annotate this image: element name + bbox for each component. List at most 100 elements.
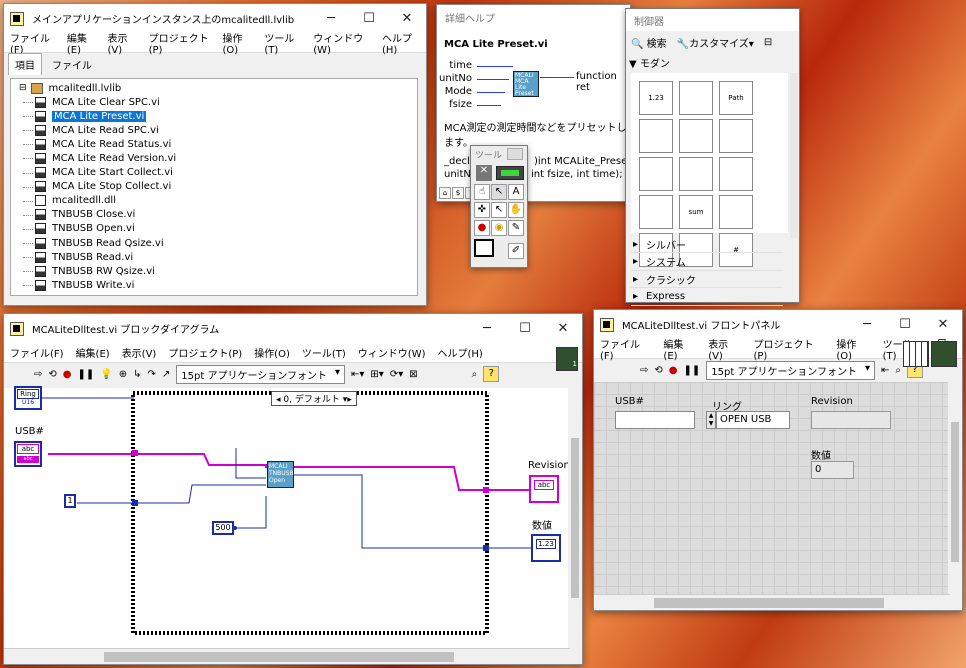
menu-item[interactable]: ツール(T) xyxy=(296,345,352,360)
revision-terminal[interactable]: abc xyxy=(529,475,559,503)
control-category-icon[interactable] xyxy=(639,119,673,153)
shortcut-tool-icon[interactable]: ↖ xyxy=(491,202,507,218)
control-category-icon[interactable] xyxy=(679,81,713,115)
menu-item[interactable]: 操作(O) xyxy=(830,336,876,362)
fg-color-icon[interactable] xyxy=(474,239,494,257)
menu-item[interactable]: 表示(V) xyxy=(116,345,163,360)
breakpoint-tool-icon[interactable]: ● xyxy=(474,220,490,236)
minimize-icon[interactable]: ─ xyxy=(312,4,350,33)
search-button[interactable]: 🔍 検索 xyxy=(631,35,667,50)
tree-item[interactable]: MCA Lite Read Version.vi xyxy=(11,151,417,165)
tree-item[interactable]: TNBUSB Read Qsize.vi xyxy=(11,236,417,250)
auto-tool-icon[interactable]: ✕ xyxy=(476,165,492,181)
control-category-icon[interactable] xyxy=(719,119,753,153)
vi-icon[interactable] xyxy=(931,341,957,367)
menu-item[interactable]: ウィンドウ(W) xyxy=(352,345,432,360)
palette-category[interactable]: ▸ Express xyxy=(631,289,783,306)
menu-item[interactable]: ヘルプ(H) xyxy=(432,345,489,360)
menu-item[interactable]: ウィンドウ(W) xyxy=(307,30,376,56)
tree-item[interactable]: MCA Lite Start Collect.vi xyxy=(11,166,417,180)
menu-item[interactable]: ヘルプ(H) xyxy=(376,30,426,56)
tree-item[interactable]: MCA Lite Stop Collect.vi xyxy=(11,180,417,194)
ring-stepper[interactable]: ▲ ▼ xyxy=(706,411,716,429)
font-dropdown[interactable]: 15pt アプリケーションフォント ▾ xyxy=(706,360,875,380)
scroll-tool-icon[interactable]: ✋ xyxy=(508,202,524,218)
fp-titlebar[interactable]: MCALiteDlltest.vi フロントパネル ─ ☐ ✕ xyxy=(594,310,962,339)
const-500[interactable]: 500 xyxy=(212,521,234,535)
control-category-icon[interactable]: 1.23 xyxy=(639,81,673,115)
collapse-icon[interactable]: ⊟ xyxy=(19,83,27,93)
palette-category[interactable]: ▸ システム xyxy=(631,254,783,271)
bd-hscrollbar[interactable] xyxy=(4,648,570,664)
control-category-icon[interactable] xyxy=(639,157,673,191)
minimize-icon[interactable]: ─ xyxy=(848,310,886,339)
menu-item[interactable]: ツール(T) xyxy=(258,30,307,56)
menu-item[interactable]: 操作(O) xyxy=(248,345,296,360)
help-titlebar[interactable]: 詳細ヘルプ xyxy=(437,5,630,29)
connector-pane-icon[interactable] xyxy=(903,341,929,367)
operate-tool-icon[interactable]: ☝ xyxy=(474,184,490,200)
maximize-icon[interactable]: ☐ xyxy=(350,4,388,33)
tree-item[interactable]: TNBUSB Write.vi xyxy=(11,278,417,292)
project-titlebar[interactable]: メインアプリケーションインスタンス上のmcalitedll.lvlib ─ ☐ … xyxy=(4,4,426,33)
fp-vscroll-thumb[interactable] xyxy=(951,422,959,562)
control-category-icon[interactable] xyxy=(679,119,713,153)
control-category-icon[interactable] xyxy=(719,157,753,191)
search-icon[interactable]: ⌕ xyxy=(472,369,478,380)
menu-item[interactable]: プロジェクト(P) xyxy=(162,345,248,360)
text-tool-icon[interactable]: A xyxy=(508,184,524,200)
bd-vscroll-thumb[interactable] xyxy=(571,438,579,598)
minimize-icon[interactable]: ─ xyxy=(468,314,506,343)
close-icon[interactable]: ✕ xyxy=(924,310,962,339)
run-arrow-icon[interactable]: ⇨ xyxy=(640,365,648,376)
control-category-icon[interactable]: Path xyxy=(719,81,753,115)
diagram-canvas[interactable]: ◂ 0, デフォルト ▾▸ Ring U16 USB# abc abc 1 500 … xyxy=(4,386,570,652)
usb-terminal[interactable]: abc abc xyxy=(14,441,42,467)
fp-vscrollbar[interactable] xyxy=(948,382,962,596)
menu-item[interactable]: ファイル(F) xyxy=(4,345,70,360)
tree-item[interactable]: TNBUSB Close.vi xyxy=(11,208,417,222)
ring-control[interactable]: OPEN USB xyxy=(716,411,790,429)
menu-item[interactable]: プロジェクト(P) xyxy=(747,336,830,362)
tree-item[interactable]: TNBUSB RW Qsize.vi xyxy=(11,264,417,278)
color-copy-tool-icon[interactable]: ✎ xyxy=(508,220,524,236)
fp-canvas[interactable]: USB# リング ▲ ▼ OPEN USB Revision 数値 0 xyxy=(594,382,950,596)
tab-items[interactable]: 項目 xyxy=(8,53,42,75)
retain-wire-values-icon[interactable]: ⊕ xyxy=(119,369,127,380)
abort-icon[interactable]: ● xyxy=(669,365,678,376)
tree-item[interactable]: MCA Lite Read SPC.vi xyxy=(11,123,417,137)
ring-terminal[interactable]: Ring U16 xyxy=(14,386,42,410)
tools-titlebar[interactable]: ツール xyxy=(471,146,527,162)
tree-item[interactable]: MCA Lite Preset.vi xyxy=(11,109,417,123)
menu-item[interactable]: プロジェクト(P) xyxy=(143,30,217,56)
customize-button[interactable]: 🔧カスタマイズ▾ xyxy=(677,35,754,50)
step-over-icon[interactable]: ↷ xyxy=(148,369,156,380)
control-category-icon[interactable] xyxy=(679,157,713,191)
pause-icon[interactable]: ❚❚ xyxy=(78,369,95,380)
pin-icon[interactable]: ⊟ xyxy=(764,37,772,48)
align-icon[interactable]: ⇤▾ xyxy=(351,369,364,380)
distribute-icon[interactable]: ⊞▾ xyxy=(370,369,383,380)
run-continuous-icon[interactable]: ⟲ xyxy=(48,369,56,380)
menu-item[interactable]: ファイル(F) xyxy=(4,30,61,56)
control-category-icon[interactable] xyxy=(639,195,673,229)
modern-section[interactable]: ▼ モダン xyxy=(629,55,670,70)
menu-item[interactable]: 操作(O) xyxy=(216,30,258,56)
menu-item[interactable]: 編集(E) xyxy=(61,30,102,56)
menu-item[interactable]: 表示(V) xyxy=(102,30,143,56)
probe-tool-icon[interactable]: ◉ xyxy=(491,220,507,236)
align-icon[interactable]: ⇤ xyxy=(881,365,889,376)
tree-item[interactable]: MCA Lite Clear SPC.vi xyxy=(11,95,417,109)
menu-item[interactable]: 編集(E) xyxy=(657,336,702,362)
menu-item[interactable]: 表示(V) xyxy=(702,336,747,362)
control-category-icon[interactable] xyxy=(719,195,753,229)
palette-category[interactable]: ▸ クラシック xyxy=(631,271,783,288)
bd-titlebar[interactable]: MCALiteDlltest.vi ブロックダイアグラム ─ ☐ ✕ xyxy=(4,314,582,343)
usb-input[interactable] xyxy=(615,411,695,429)
pause-icon[interactable]: ❚❚ xyxy=(684,365,701,376)
close-icon[interactable]: ✕ xyxy=(388,4,426,33)
bd-vscrollbar[interactable] xyxy=(568,388,582,652)
cleanup-icon[interactable]: ⊠ xyxy=(409,369,417,380)
number-terminal[interactable]: 1.23 xyxy=(531,534,561,562)
run-continuous-icon[interactable]: ⟲ xyxy=(654,365,662,376)
